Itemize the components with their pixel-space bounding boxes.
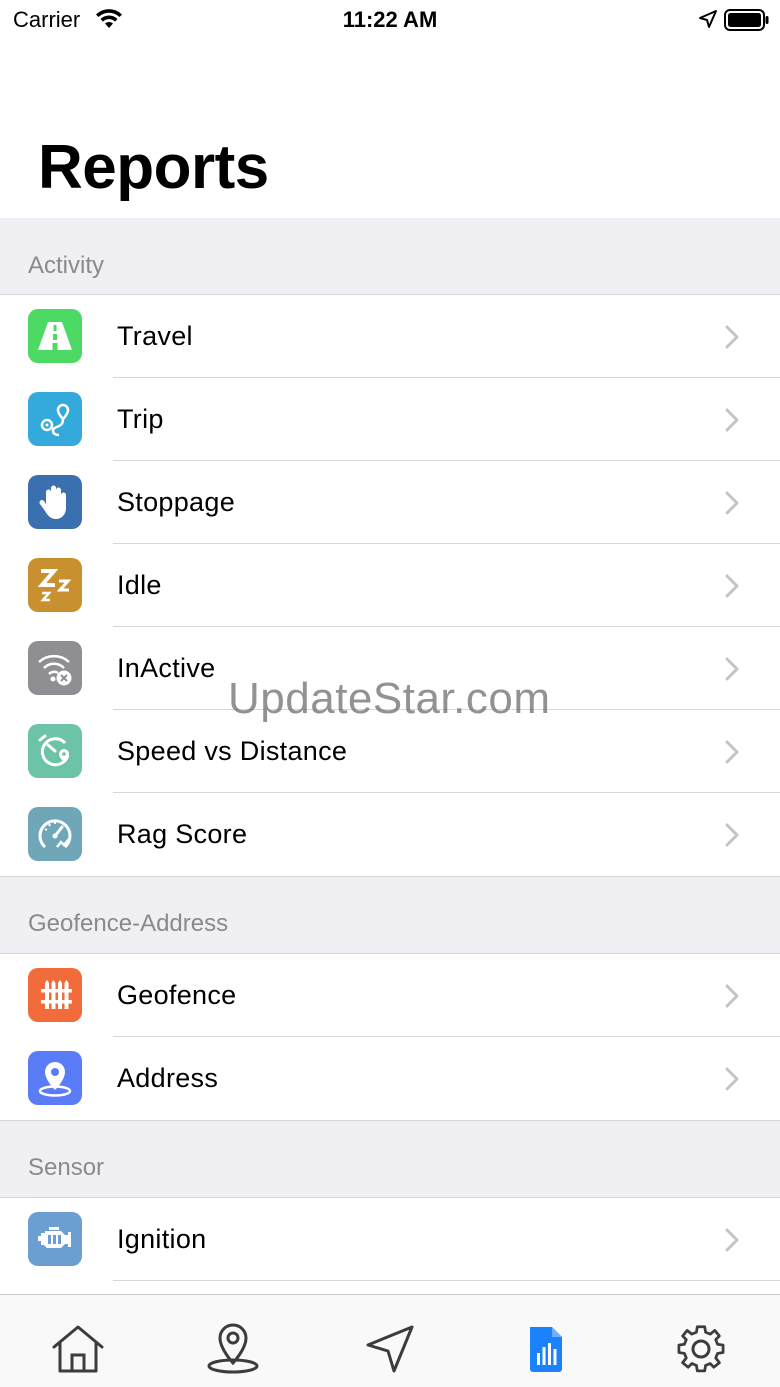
navigation-arrow-icon	[362, 1323, 418, 1379]
list-item-geofence[interactable]: Geofence	[0, 954, 780, 1037]
section-header-label: Sensor	[28, 1154, 105, 1181]
list-item-ignition[interactable]: Ignition	[0, 1198, 780, 1281]
list-item-trip[interactable]: Trip	[0, 378, 780, 461]
chevron-right-icon	[724, 1066, 740, 1097]
list-item-address[interactable]: Address	[0, 1037, 780, 1120]
route-pin-icon	[28, 392, 82, 446]
chevron-right-icon	[724, 656, 740, 687]
section-header-label: Activity	[28, 252, 105, 279]
list-item-label: InActive	[117, 653, 216, 683]
fence-icon	[28, 968, 82, 1022]
chevron-right-icon	[724, 1227, 740, 1258]
chevron-right-icon	[724, 822, 740, 853]
chevron-right-icon	[724, 324, 740, 355]
list-item-label: Geofence	[117, 980, 237, 1010]
battery-icon	[724, 9, 770, 36]
reports-icon	[526, 1323, 566, 1379]
section-header-geofence-address: Geofence-Address	[0, 876, 780, 954]
list-item-label: Idle	[117, 570, 162, 600]
tab-home[interactable]	[48, 1323, 108, 1379]
road-icon	[28, 309, 82, 363]
list-item-label: Ignition	[117, 1224, 207, 1254]
speed-distance-icon	[28, 724, 82, 778]
home-icon	[50, 1323, 106, 1379]
engine-icon	[28, 1212, 82, 1266]
chevron-right-icon	[724, 983, 740, 1014]
status-time: 11:22 AM	[342, 7, 438, 32]
tab-reports[interactable]	[516, 1323, 576, 1379]
reports-list: Activity Travel Trip Stoppage Idle InAct…	[0, 218, 780, 1364]
tab-navigate[interactable]	[360, 1323, 420, 1379]
section-header-activity: Activity	[0, 218, 780, 295]
location-services-icon	[698, 9, 718, 34]
chevron-right-icon	[724, 573, 740, 604]
page-title: Reports	[38, 133, 269, 202]
list-item-label: Speed vs Distance	[117, 736, 348, 766]
tab-settings[interactable]	[671, 1323, 731, 1379]
map-pin-icon	[28, 1051, 82, 1105]
list-item-label: Stoppage	[117, 487, 236, 517]
wifi-off-icon	[28, 641, 82, 695]
list-item-label: Address	[117, 1063, 219, 1093]
chevron-right-icon	[724, 407, 740, 438]
chevron-right-icon	[724, 490, 740, 521]
list-item-rag-score[interactable]: Rag Score	[0, 793, 780, 876]
section-header-label: Geofence-Address	[28, 910, 229, 937]
gauge-icon	[28, 807, 82, 861]
section-header-sensor: Sensor	[0, 1120, 780, 1198]
settings-gear-icon	[673, 1323, 729, 1379]
tab-bar	[0, 1294, 780, 1387]
location-pin-icon	[205, 1323, 261, 1379]
list-item-label: Trip	[117, 404, 164, 434]
chevron-right-icon	[724, 739, 740, 770]
sleep-zzz-icon	[28, 558, 82, 612]
list-item-label: Travel	[117, 321, 193, 351]
list-item-idle[interactable]: Idle	[0, 544, 780, 627]
list-item-stoppage[interactable]: Stoppage	[0, 461, 780, 544]
tab-map[interactable]	[203, 1323, 263, 1379]
list-item-travel[interactable]: Travel	[0, 295, 780, 378]
list-item-label: Rag Score	[117, 819, 248, 849]
hand-stop-icon	[28, 475, 82, 529]
status-bar: Carrier 11:22 AM	[0, 0, 780, 40]
watermark: UpdateStar.com	[228, 674, 551, 723]
